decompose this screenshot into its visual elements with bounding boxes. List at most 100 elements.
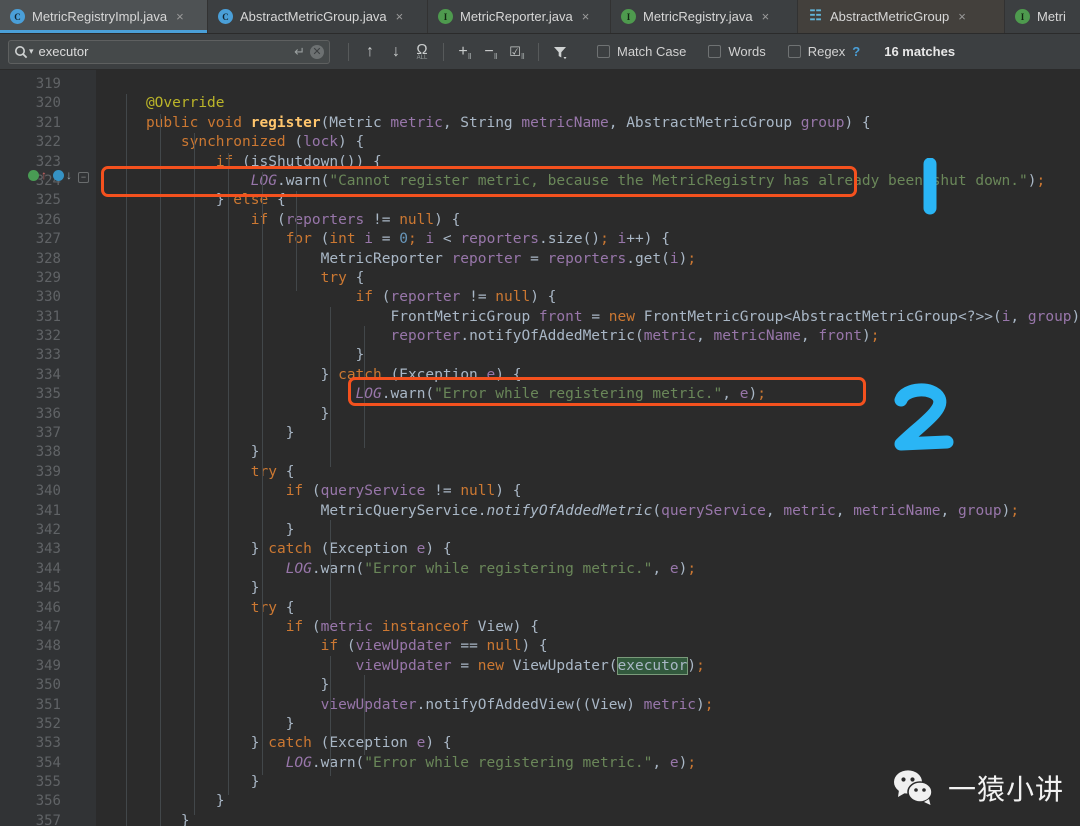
regex-checkbox[interactable]: Regex	[788, 44, 846, 59]
editor-tab-abstractmetricgroup-java[interactable]: C AbstractMetricGroup.java ×	[208, 0, 428, 33]
checkbox-box[interactable]	[788, 45, 801, 58]
code-line[interactable]: public void register(Metric metric, Stri…	[96, 114, 1080, 133]
up-arrow-icon: ↑	[41, 170, 47, 181]
code-line[interactable]: synchronized (lock) {	[96, 133, 1080, 152]
editor-tab-metri-partial[interactable]: I Metri	[1005, 0, 1080, 33]
regex-label: Regex	[808, 44, 846, 59]
code-line[interactable]: try {	[96, 463, 1080, 482]
filter-icon	[552, 44, 568, 60]
checkbox-icon: ☑	[509, 44, 521, 60]
minus-icon: −	[484, 43, 493, 61]
clear-search-icon[interactable]: ✕	[310, 45, 324, 59]
code-line[interactable]: } catch (Exception e) {	[96, 366, 1080, 385]
words-checkbox[interactable]: Words	[708, 44, 765, 59]
watermark: 一猿小讲	[892, 768, 1064, 808]
interface-icon: I	[438, 9, 453, 24]
plus-icon: +	[458, 43, 467, 61]
toolbar-separator-3	[538, 43, 539, 61]
tab-label: MetricReporter.java	[460, 9, 573, 24]
editor-tab-metricregistry[interactable]: I MetricRegistry.java ×	[611, 0, 798, 33]
code-line[interactable]: if (reporters != null) {	[96, 211, 1080, 230]
select-all-occurrences-button[interactable]: Ω ALL	[409, 40, 435, 64]
gutter-markers-line-321[interactable]: ↑ ↓	[28, 170, 72, 181]
match-count-label: 16 matches	[884, 44, 955, 59]
code-line[interactable]: }	[96, 579, 1080, 598]
code-line[interactable]: } else {	[96, 191, 1080, 210]
code-line[interactable]: FrontMetricGroup front = new FrontMetric…	[96, 308, 1080, 327]
checkbox-box[interactable]	[708, 45, 721, 58]
code-line[interactable]: }	[96, 424, 1080, 443]
code-line[interactable]: if (queryService != null) {	[96, 482, 1080, 501]
tab-label: AbstractMetricGroup.java	[240, 9, 387, 24]
implementing-method-icon[interactable]	[53, 170, 64, 181]
filter-button[interactable]	[547, 40, 573, 64]
code-line[interactable]: LOG.warn("Error while registering metric…	[96, 560, 1080, 579]
code-line[interactable]: MetricQueryService.notifyOfAddedMetric(q…	[96, 502, 1080, 521]
code-line[interactable]: @Override	[96, 94, 1080, 113]
toolbar-separator-2	[443, 43, 444, 61]
caret-pair-icon: Ⅱ	[494, 52, 498, 61]
code-line[interactable]: viewUpdater.notifyOfAddedView((View) met…	[96, 696, 1080, 715]
code-line[interactable]: } catch (Exception e) {	[96, 540, 1080, 559]
code-line[interactable]: }	[96, 405, 1080, 424]
interface-icon: I	[1015, 9, 1030, 24]
close-icon[interactable]: ×	[956, 9, 968, 24]
override-marker-icon[interactable]	[28, 170, 39, 181]
code-line[interactable]	[96, 75, 1080, 94]
watermark-text: 一猿小讲	[948, 768, 1064, 808]
interface-icon: I	[621, 9, 636, 24]
close-icon[interactable]: ×	[394, 9, 406, 24]
editor-tab-metricreporter[interactable]: I MetricReporter.java ×	[428, 0, 611, 33]
code-folding-column[interactable]: − ∧	[72, 70, 96, 826]
close-icon[interactable]: ×	[174, 9, 186, 24]
code-line[interactable]: LOG.warn("Error while registering metric…	[96, 385, 1080, 404]
code-line[interactable]: }	[96, 443, 1080, 462]
toolbar-separator	[348, 43, 349, 61]
code-text-area[interactable]: @Override public void register(Metric me…	[96, 70, 1080, 826]
tab-label: Metri	[1037, 9, 1066, 24]
next-occurrence-button[interactable]: ↓	[383, 40, 409, 64]
code-line[interactable]: for (int i = 0; i < reporters.size(); i+…	[96, 230, 1080, 249]
code-line[interactable]: if (viewUpdater == null) {	[96, 637, 1080, 656]
code-line[interactable]: if (isShutdown()) {	[96, 153, 1080, 172]
remove-occurrence-button[interactable]: − Ⅱ	[478, 40, 504, 64]
editor-tab-metricregistryimpl[interactable]: C MetricRegistryImpl.java ×	[0, 0, 208, 33]
code-line[interactable]: reporter.notifyOfAddedMetric(metric, met…	[96, 327, 1080, 346]
code-line[interactable]: }	[96, 346, 1080, 365]
search-input[interactable]: ▾ executor ↵ ✕	[8, 40, 330, 64]
add-occurrence-button[interactable]: + Ⅱ	[452, 40, 478, 64]
editor-tab-abstractmetricgroup[interactable]: ☷ AbstractMetricGroup ×	[798, 0, 1005, 33]
code-line[interactable]: viewUpdater = new ViewUpdater(executor);	[96, 657, 1080, 676]
enter-icon[interactable]: ↵	[294, 44, 305, 60]
code-line[interactable]: MetricReporter reporter = reporters.get(…	[96, 250, 1080, 269]
match-case-checkbox[interactable]: Match Case	[597, 44, 686, 59]
class-icon: C	[218, 9, 233, 24]
code-line[interactable]: }	[96, 715, 1080, 734]
code-line[interactable]: try {	[96, 599, 1080, 618]
words-label: Words	[728, 44, 765, 59]
code-line[interactable]: }	[96, 676, 1080, 695]
regex-help-icon[interactable]: ?	[852, 44, 860, 59]
find-toolbar: ▾ executor ↵ ✕ ↑ ↓ Ω ALL + Ⅱ − Ⅱ ☑ Ⅱ	[0, 34, 1080, 70]
close-icon[interactable]: ×	[580, 9, 592, 24]
caret-pair-icon: Ⅱ	[521, 52, 525, 61]
match-case-label: Match Case	[617, 44, 686, 59]
tab-label: MetricRegistry.java	[643, 9, 753, 24]
code-line[interactable]: try {	[96, 269, 1080, 288]
code-line[interactable]: }	[96, 812, 1080, 826]
tab-label: AbstractMetricGroup	[830, 9, 949, 24]
close-icon[interactable]: ×	[760, 9, 772, 24]
code-line[interactable]: if (reporter != null) {	[96, 288, 1080, 307]
caret-pair-icon: Ⅱ	[468, 52, 472, 61]
code-line[interactable]: LOG.warn("Cannot register metric, becaus…	[96, 172, 1080, 191]
code-line[interactable]: } catch (Exception e) {	[96, 734, 1080, 753]
checkbox-box[interactable]	[597, 45, 610, 58]
search-query-text: executor	[39, 44, 290, 59]
select-all-button[interactable]: ☑ Ⅱ	[504, 40, 530, 64]
code-fold-icon[interactable]: −	[78, 172, 89, 183]
previous-occurrence-button[interactable]: ↑	[357, 40, 383, 64]
code-editor[interactable]: 3193203213223233243253263273283293303313…	[0, 70, 1080, 826]
code-line[interactable]: if (metric instanceof View) {	[96, 618, 1080, 637]
chevron-down-icon[interactable]: ▾	[29, 46, 34, 57]
code-line[interactable]: }	[96, 521, 1080, 540]
